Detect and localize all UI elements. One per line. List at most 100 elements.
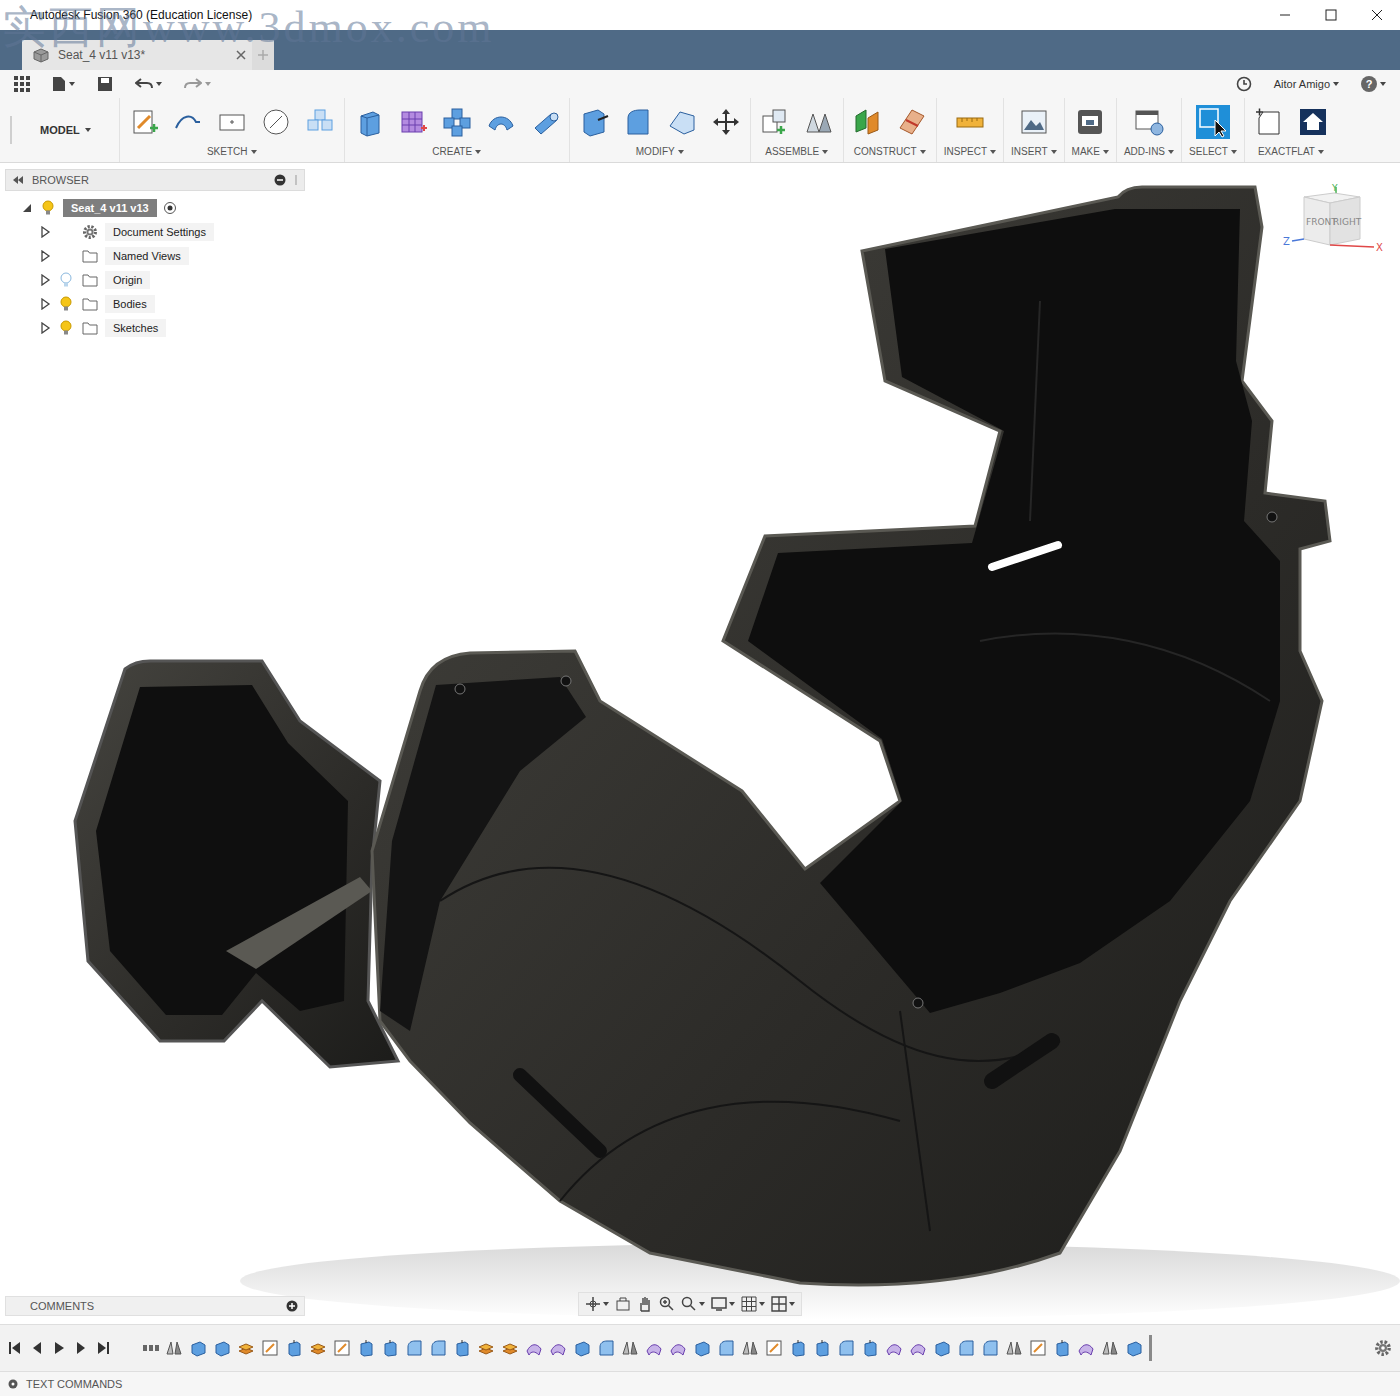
expand-arrow-icon[interactable] <box>39 274 51 286</box>
tool-button[interactable] <box>1132 105 1166 139</box>
tool-button[interactable] <box>171 105 205 139</box>
box-feature-icon[interactable] <box>933 1339 951 1357</box>
workspace-switcher[interactable]: MODEL <box>10 116 119 144</box>
tool-button[interactable] <box>953 105 987 139</box>
surface-feature-icon[interactable] <box>525 1339 543 1357</box>
comments-bar[interactable]: COMMENTS <box>5 1296 305 1316</box>
tool-button[interactable] <box>1252 105 1286 139</box>
save-icon[interactable] <box>97 76 113 92</box>
tool-button[interactable] <box>665 105 699 139</box>
extrude-feature-icon[interactable] <box>789 1339 807 1357</box>
maximize-button[interactable] <box>1308 0 1354 30</box>
sketch-feature-icon[interactable] <box>1029 1339 1047 1357</box>
display-icon[interactable] <box>711 1296 727 1312</box>
seat-model[interactable] <box>0 163 1400 1324</box>
extrude-feature-icon[interactable] <box>453 1339 471 1357</box>
orbit-button[interactable] <box>585 1296 609 1312</box>
text-commands-bar[interactable]: TEXT COMMANDS <box>0 1371 1400 1396</box>
fillet-feature-icon[interactable] <box>837 1339 855 1357</box>
mirror-feature-icon[interactable] <box>741 1339 759 1357</box>
tool-group-label[interactable]: INSERT <box>1011 146 1057 157</box>
mirror-feature-icon[interactable] <box>621 1339 639 1357</box>
visibility-bulb-icon[interactable] <box>60 272 72 288</box>
collapse-arrow-icon[interactable] <box>21 202 33 214</box>
grid-settings-button[interactable] <box>741 1296 765 1312</box>
look-at-icon[interactable] <box>615 1296 631 1312</box>
fillet-feature-icon[interactable] <box>957 1339 975 1357</box>
tool-group-label[interactable]: MODIFY <box>636 146 684 157</box>
surface-feature-icon[interactable] <box>909 1339 927 1357</box>
tool-button[interactable] <box>1196 105 1230 139</box>
fit-icon[interactable] <box>681 1296 697 1312</box>
mirror-feature-icon[interactable] <box>165 1339 183 1357</box>
pin-bar-icon[interactable] <box>294 174 298 186</box>
tool-group-label[interactable]: SKETCH <box>207 146 257 157</box>
surface-feature-icon[interactable] <box>645 1339 663 1357</box>
fillet-feature-icon[interactable] <box>597 1339 615 1357</box>
clock-icon[interactable] <box>1236 76 1252 92</box>
cube-face-right[interactable]: RIGHT <box>1333 217 1362 227</box>
box-feature-icon[interactable] <box>693 1339 711 1357</box>
tool-group-label[interactable]: MAKE <box>1072 146 1109 157</box>
extrude-feature-icon[interactable] <box>381 1339 399 1357</box>
step-back-icon[interactable] <box>30 1341 44 1355</box>
tree-row[interactable]: Bodies <box>5 292 305 316</box>
visibility-bulb-icon[interactable] <box>60 320 72 336</box>
file-button[interactable] <box>48 76 79 92</box>
stack-feature-icon[interactable] <box>309 1339 327 1357</box>
minimize-button[interactable] <box>1262 0 1308 30</box>
stack-feature-icon[interactable] <box>477 1339 495 1357</box>
tool-button[interactable] <box>215 105 249 139</box>
surface-feature-icon[interactable] <box>1077 1339 1095 1357</box>
tool-group-label[interactable]: INSPECT <box>944 146 996 157</box>
box-feature-icon[interactable] <box>573 1339 591 1357</box>
tree-root-row[interactable]: Seat_4 v11 v13 <box>5 196 305 220</box>
file-icon[interactable] <box>52 76 66 92</box>
timeline-marker[interactable] <box>1149 1335 1152 1361</box>
job-status-button[interactable] <box>1232 76 1256 92</box>
expand-arrow-icon[interactable] <box>39 250 51 262</box>
look-at-button[interactable] <box>615 1296 631 1312</box>
tool-group-label[interactable]: CREATE <box>432 146 481 157</box>
tool-button[interactable] <box>303 105 337 139</box>
surface-feature-icon[interactable] <box>669 1339 687 1357</box>
pan-button[interactable] <box>637 1296 653 1312</box>
zoom-button[interactable] <box>659 1296 675 1312</box>
grid-settings-icon[interactable] <box>741 1296 757 1312</box>
grid-icon[interactable] <box>14 76 30 92</box>
expand-circle-icon[interactable] <box>8 1379 18 1389</box>
minimize-icon[interactable] <box>1279 9 1291 21</box>
tree-row[interactable]: Origin <box>5 268 305 292</box>
visibility-bulb-icon[interactable] <box>60 296 72 312</box>
tool-button[interactable] <box>1296 105 1330 139</box>
sketch-feature-icon[interactable] <box>765 1339 783 1357</box>
orbit-icon[interactable] <box>585 1296 601 1312</box>
mirror-feature-icon[interactable] <box>1101 1339 1119 1357</box>
display-settings-button[interactable] <box>711 1296 735 1312</box>
collapse-panel-icon[interactable] <box>12 175 24 185</box>
tool-button[interactable] <box>528 105 562 139</box>
redo-icon[interactable] <box>184 77 202 91</box>
fillet-feature-icon[interactable] <box>981 1339 999 1357</box>
tool-button[interactable] <box>577 105 611 139</box>
fillet-feature-icon[interactable] <box>405 1339 423 1357</box>
extrude-feature-icon[interactable] <box>861 1339 879 1357</box>
viewports-button[interactable] <box>771 1296 795 1312</box>
tool-button[interactable] <box>1017 105 1051 139</box>
fillet-feature-icon[interactable] <box>717 1339 735 1357</box>
surface-feature-icon[interactable] <box>549 1339 567 1357</box>
extrude-feature-icon[interactable] <box>285 1339 303 1357</box>
fit-button[interactable] <box>681 1296 705 1312</box>
visibility-bulb-icon[interactable] <box>42 200 54 216</box>
tool-group-label[interactable]: SELECT <box>1189 146 1237 157</box>
extrude-feature-icon[interactable] <box>357 1339 375 1357</box>
tool-button[interactable] <box>484 105 518 139</box>
box-feature-icon[interactable] <box>189 1339 207 1357</box>
expand-arrow-icon[interactable] <box>39 226 51 238</box>
undo-icon[interactable] <box>135 77 153 91</box>
maximize-icon[interactable] <box>1325 9 1337 21</box>
plus-icon[interactable] <box>257 49 269 61</box>
tree-row[interactable]: Document Settings <box>5 220 305 244</box>
tool-button[interactable] <box>396 105 430 139</box>
help-button[interactable]: ? <box>1357 76 1390 92</box>
